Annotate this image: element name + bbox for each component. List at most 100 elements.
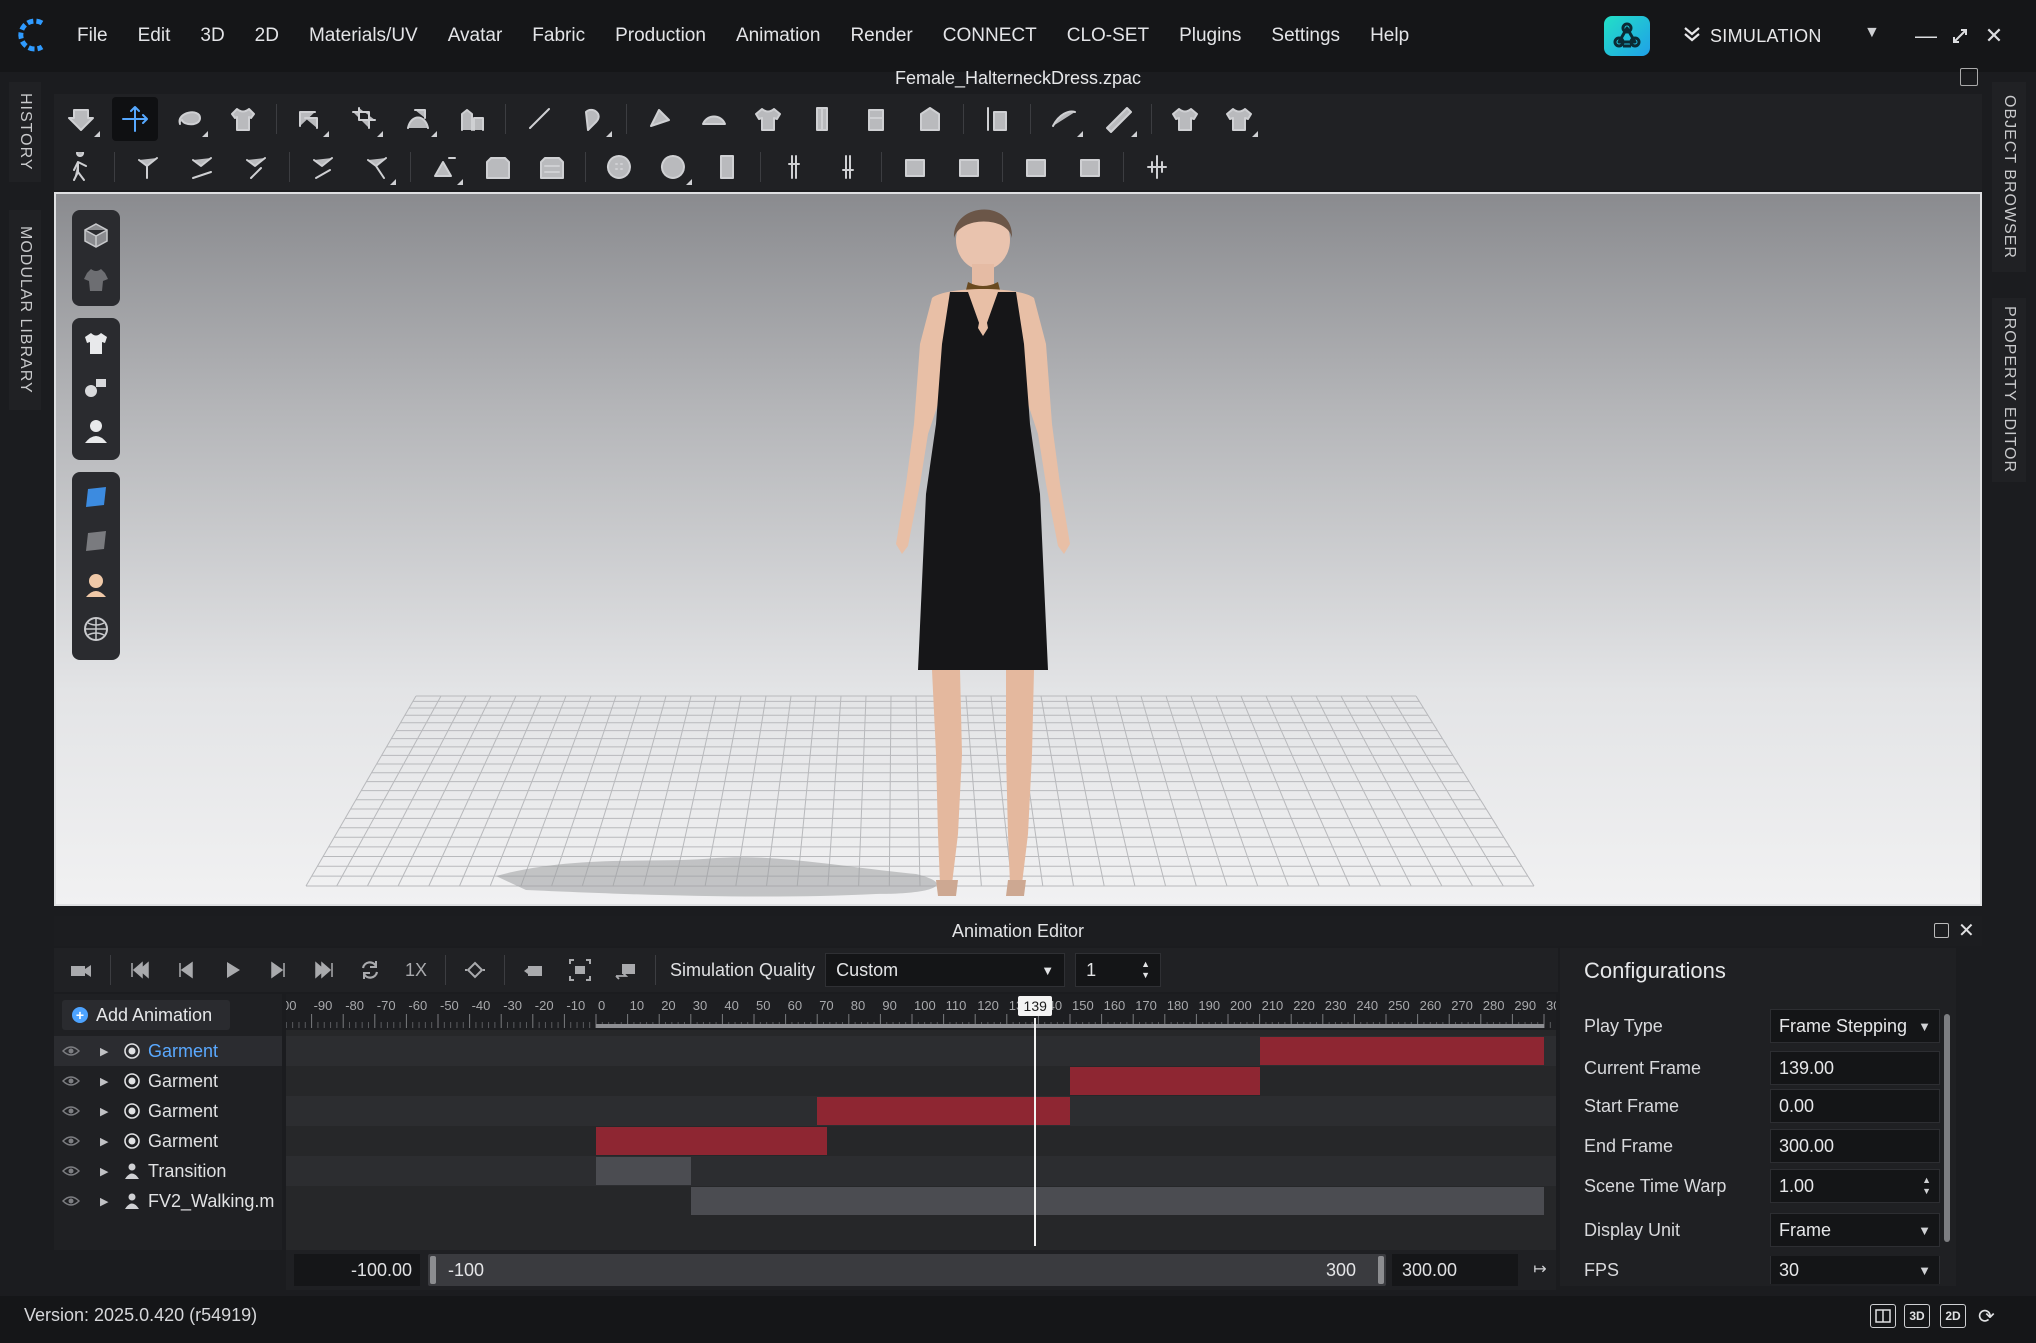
animation-clip[interactable] bbox=[596, 1127, 827, 1155]
garment-pose-icon[interactable] bbox=[220, 97, 266, 141]
playhead-frame-label[interactable]: 139 bbox=[1018, 996, 1053, 1016]
avatar-size-icon[interactable] bbox=[799, 97, 845, 141]
maximize-icon[interactable] bbox=[1942, 18, 1978, 54]
visibility-eye-icon[interactable] bbox=[60, 1165, 82, 1177]
timeline-lane[interactable] bbox=[286, 1186, 1556, 1216]
measure-avatar-icon[interactable] bbox=[974, 97, 1020, 141]
range-start-input[interactable]: -100.00 bbox=[294, 1254, 420, 1286]
menu-item-2d[interactable]: 2D bbox=[240, 0, 294, 72]
fps-field[interactable]: 30 ▼ bbox=[1770, 1256, 1940, 1284]
menu-item-3d[interactable]: 3D bbox=[185, 0, 239, 72]
menu-item-avatar[interactable]: Avatar bbox=[433, 0, 518, 72]
cube-icon[interactable] bbox=[80, 218, 112, 252]
visibility-eye-icon[interactable] bbox=[60, 1135, 82, 1147]
dropdown-arrow-icon[interactable]: ▼ bbox=[1918, 1263, 1931, 1278]
menu-item-settings[interactable]: Settings bbox=[1256, 0, 1355, 72]
play-range-strip[interactable] bbox=[596, 1024, 1544, 1028]
ruler-icon[interactable] bbox=[1095, 97, 1141, 141]
tuck-icon[interactable] bbox=[691, 97, 737, 141]
play-icon[interactable] bbox=[209, 948, 255, 992]
elastic-icon[interactable] bbox=[1013, 145, 1059, 189]
configurations-scrollbar[interactable] bbox=[1944, 1014, 1950, 1242]
edit-curvature-icon[interactable] bbox=[395, 97, 441, 141]
lasso-select-icon[interactable] bbox=[166, 97, 212, 141]
zipper-icon[interactable] bbox=[475, 145, 521, 189]
internal-line-icon[interactable] bbox=[300, 145, 346, 189]
trims-icon[interactable] bbox=[80, 370, 112, 404]
shading-icon[interactable] bbox=[80, 524, 112, 558]
view-3d-button[interactable]: 3D bbox=[1904, 1304, 1930, 1328]
align-points-icon[interactable] bbox=[1134, 145, 1180, 189]
transform-segment-icon[interactable] bbox=[341, 97, 387, 141]
arrangement-icon[interactable] bbox=[449, 97, 495, 141]
zipper-tool-icon[interactable] bbox=[771, 145, 817, 189]
menu-item-clo-set[interactable]: CLO-SET bbox=[1052, 0, 1164, 72]
fold-arrangement-icon[interactable] bbox=[233, 145, 279, 189]
import-icon[interactable] bbox=[58, 97, 104, 141]
segment-select-icon[interactable] bbox=[287, 97, 333, 141]
menu-item-connect[interactable]: CONNECT bbox=[928, 0, 1052, 72]
track-row[interactable]: ▶ FV2_Walking.m bbox=[54, 1186, 282, 1216]
zipper-select-icon[interactable] bbox=[825, 145, 871, 189]
camera-keyframe-icon[interactable] bbox=[511, 948, 557, 992]
timeline-lane[interactable] bbox=[286, 1036, 1556, 1066]
puckering-icon[interactable] bbox=[892, 145, 938, 189]
menu-item-materials-uv[interactable]: Materials/UV bbox=[294, 0, 433, 72]
range-slider[interactable] bbox=[428, 1254, 1386, 1286]
visibility-eye-icon[interactable] bbox=[60, 1045, 82, 1057]
shirt-texture-icon[interactable] bbox=[745, 97, 791, 141]
expand-arrow-icon[interactable]: ▶ bbox=[100, 1045, 114, 1058]
timeline-lane[interactable] bbox=[286, 1156, 1556, 1186]
visibility-eye-icon[interactable] bbox=[60, 1105, 82, 1117]
run-simulation-icon[interactable] bbox=[58, 145, 104, 189]
fabric-pattern-icon[interactable] bbox=[529, 145, 575, 189]
animation-clip[interactable] bbox=[690, 1187, 1544, 1215]
menu-item-render[interactable]: Render bbox=[835, 0, 927, 72]
visibility-eye-icon[interactable] bbox=[60, 1075, 82, 1087]
track-row[interactable]: ▶ Garment bbox=[54, 1126, 282, 1156]
record-camera-icon[interactable] bbox=[58, 948, 104, 992]
camera-swap-icon[interactable] bbox=[603, 948, 649, 992]
minimize-icon[interactable]: — bbox=[1908, 18, 1944, 54]
expand-arrow-icon[interactable]: ▶ bbox=[100, 1165, 114, 1178]
scene-time-warp-field[interactable]: 1.00 ▲ ▼ bbox=[1770, 1169, 1940, 1203]
refresh-icon[interactable]: ⟳ bbox=[1978, 1304, 1995, 1329]
button-icon[interactable] bbox=[596, 145, 642, 189]
timeline-lane[interactable] bbox=[286, 1066, 1556, 1096]
spinner-arrows-icon[interactable]: ▲ ▼ bbox=[1141, 959, 1150, 981]
expand-arrow-icon[interactable]: ▶ bbox=[100, 1135, 114, 1148]
animation-clip[interactable] bbox=[817, 1097, 1070, 1125]
visibility-eye-icon[interactable] bbox=[60, 1195, 82, 1207]
menu-item-fabric[interactable]: Fabric bbox=[517, 0, 600, 72]
keyframe-icon[interactable] bbox=[452, 948, 498, 992]
view-2d-button[interactable]: 2D bbox=[1940, 1304, 1966, 1328]
play-type-field[interactable]: Frame Stepping ▼ bbox=[1770, 1009, 1940, 1043]
add-animation-button[interactable]: + Add Animation bbox=[62, 1000, 230, 1030]
track-row[interactable]: ▶ Garment bbox=[54, 1066, 282, 1096]
seam-taping-icon[interactable] bbox=[179, 145, 225, 189]
expand-arrow-icon[interactable]: ▶ bbox=[100, 1195, 114, 1208]
environment-globe-icon[interactable] bbox=[80, 612, 112, 646]
end-frame-field[interactable]: 300.00 bbox=[1770, 1129, 1940, 1163]
hardware-icon[interactable] bbox=[704, 145, 750, 189]
shirt-icon[interactable] bbox=[80, 326, 112, 360]
close-window-icon[interactable]: ✕ bbox=[1976, 18, 2012, 54]
timeline[interactable]: 00 -90 -80 -70 -60 -50 -40 -30 -20 -10 0 10 20 30 40 50… bbox=[286, 994, 1556, 1250]
texture-icon[interactable] bbox=[80, 480, 112, 514]
fit-map-icon[interactable] bbox=[907, 97, 953, 141]
button-hole-icon[interactable] bbox=[421, 145, 467, 189]
animation-clip[interactable] bbox=[596, 1157, 691, 1185]
previous-frame-icon[interactable] bbox=[163, 948, 209, 992]
garment-history-icon[interactable] bbox=[1216, 97, 1262, 141]
button-select-icon[interactable] bbox=[650, 145, 696, 189]
piping-icon[interactable] bbox=[946, 145, 992, 189]
animation-editor-close-icon[interactable]: ✕ bbox=[1958, 918, 1975, 943]
animation-clip[interactable] bbox=[1259, 1037, 1544, 1065]
next-frame-icon[interactable] bbox=[255, 948, 301, 992]
simulation-mode-toggle[interactable]: SIMULATION bbox=[1682, 18, 1892, 54]
timeline-lane[interactable] bbox=[286, 1096, 1556, 1126]
animation-editor-restore-icon[interactable] bbox=[1934, 923, 1949, 938]
garment-display-icon[interactable] bbox=[80, 262, 112, 296]
dropdown-arrow-icon[interactable]: ▼ bbox=[1918, 1223, 1931, 1238]
track-row[interactable]: ▶ Transition bbox=[54, 1156, 282, 1186]
